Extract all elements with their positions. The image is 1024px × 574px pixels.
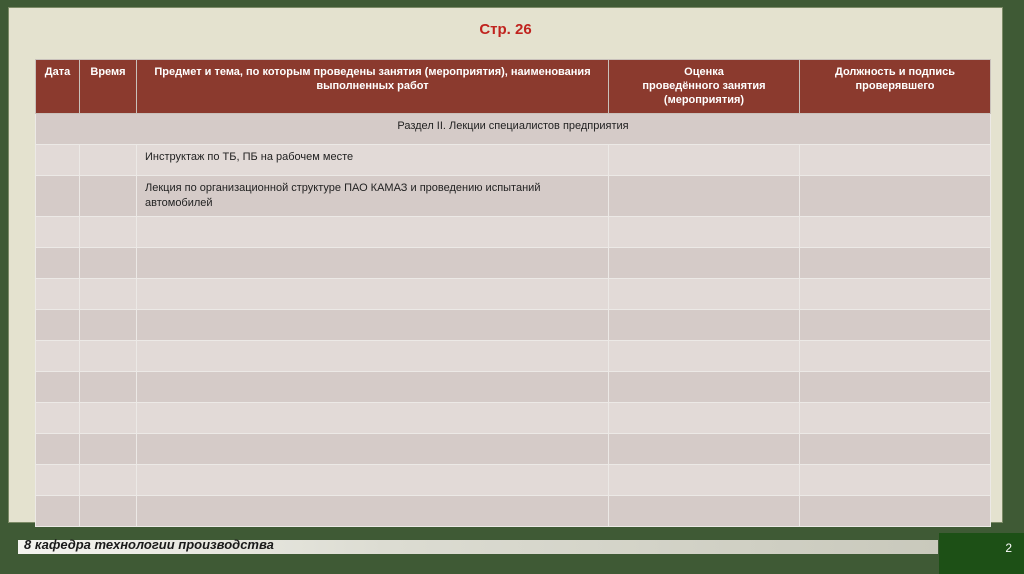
table-row (35, 340, 991, 372)
cell-grade[interactable] (608, 216, 800, 248)
cell-time[interactable] (79, 464, 137, 496)
cell-grade[interactable] (608, 278, 800, 310)
header-signature: Должность и подпись проверявшего (799, 59, 991, 114)
section-row: Раздел II. Лекции специалистов предприят… (35, 113, 991, 145)
table-row: Инструктаж по ТБ, ПБ на рабочем месте (35, 144, 991, 176)
cell-signature[interactable] (799, 309, 991, 341)
cell-signature[interactable] (799, 464, 991, 496)
cell-time[interactable] (79, 495, 137, 527)
header-subject: Предмет и тема, по которым проведены зан… (136, 59, 609, 114)
cell-date[interactable] (35, 371, 80, 403)
cell-grade[interactable] (608, 144, 800, 176)
table-row (35, 371, 991, 403)
cell-signature[interactable] (799, 495, 991, 527)
cell-subject[interactable] (136, 278, 609, 310)
cell-signature[interactable] (799, 247, 991, 279)
cell-grade[interactable] (608, 340, 800, 372)
section-title[interactable]: Раздел II. Лекции специалистов предприят… (35, 113, 991, 145)
cell-signature[interactable] (799, 402, 991, 434)
cell-signature[interactable] (799, 340, 991, 372)
cell-grade[interactable] (608, 495, 800, 527)
table-header-row: Дата Время Предмет и тема, по которым пр… (35, 59, 991, 114)
table-row (35, 309, 991, 341)
cell-time[interactable] (79, 309, 137, 341)
cell-subject[interactable] (136, 340, 609, 372)
cell-grade[interactable] (608, 309, 800, 341)
cell-subject[interactable] (136, 402, 609, 434)
cell-date[interactable] (35, 402, 80, 434)
cell-time[interactable] (79, 278, 137, 310)
cell-subject[interactable]: Инструктаж по ТБ, ПБ на рабочем месте (136, 144, 609, 176)
cell-time[interactable] (79, 216, 137, 248)
cell-date[interactable] (35, 464, 80, 496)
footer-department: 8 кафедра технологии производства (24, 537, 274, 552)
cell-date[interactable] (35, 278, 80, 310)
header-grade: Оценка проведённого занятия (мероприятия… (608, 59, 800, 114)
journal-table: Дата Время Предмет и тема, по которым пр… (35, 59, 991, 527)
cell-date[interactable] (35, 495, 80, 527)
cell-signature[interactable] (799, 433, 991, 465)
cell-grade[interactable] (608, 247, 800, 279)
cell-subject[interactable] (136, 433, 609, 465)
header-time: Время (79, 59, 137, 114)
page-title: Стр. 26 (479, 21, 532, 38)
cell-time[interactable] (79, 144, 137, 176)
cell-subject[interactable]: Лекция по организационной структуре ПАО … (136, 175, 609, 217)
cell-grade[interactable] (608, 433, 800, 465)
cell-signature[interactable] (799, 144, 991, 176)
cell-signature[interactable] (799, 278, 991, 310)
cell-subject[interactable] (136, 464, 609, 496)
cell-subject[interactable] (136, 495, 609, 527)
cell-grade[interactable] (608, 402, 800, 434)
header-date: Дата (35, 59, 80, 114)
cell-signature[interactable] (799, 371, 991, 403)
cell-time[interactable] (79, 402, 137, 434)
table-row (35, 495, 991, 527)
table-row (35, 247, 991, 279)
cell-subject[interactable] (136, 309, 609, 341)
cell-signature[interactable] (799, 175, 991, 217)
table-row (35, 402, 991, 434)
page-number: 2 (1005, 541, 1012, 555)
cell-date[interactable] (35, 216, 80, 248)
cell-subject[interactable] (136, 247, 609, 279)
cell-date[interactable] (35, 340, 80, 372)
page-number-box: 2 (939, 533, 1024, 574)
cell-subject[interactable] (136, 216, 609, 248)
cell-grade[interactable] (608, 371, 800, 403)
table-row (35, 216, 991, 248)
cell-date[interactable] (35, 433, 80, 465)
cell-time[interactable] (79, 247, 137, 279)
cell-grade[interactable] (608, 175, 800, 217)
cell-subject[interactable] (136, 371, 609, 403)
table-row (35, 278, 991, 310)
cell-time[interactable] (79, 433, 137, 465)
cell-date[interactable] (35, 144, 80, 176)
cell-time[interactable] (79, 371, 137, 403)
cell-time[interactable] (79, 340, 137, 372)
cell-date[interactable] (35, 247, 80, 279)
cell-time[interactable] (79, 175, 137, 217)
cell-signature[interactable] (799, 216, 991, 248)
table-row (35, 464, 991, 496)
table-row (35, 433, 991, 465)
cell-date[interactable] (35, 309, 80, 341)
slide: Стр. 26 Дата Время Предмет и тема, по ко… (8, 7, 1003, 527)
cell-grade[interactable] (608, 464, 800, 496)
cell-date[interactable] (35, 175, 80, 217)
table-row: Лекция по организационной структуре ПАО … (35, 175, 991, 217)
